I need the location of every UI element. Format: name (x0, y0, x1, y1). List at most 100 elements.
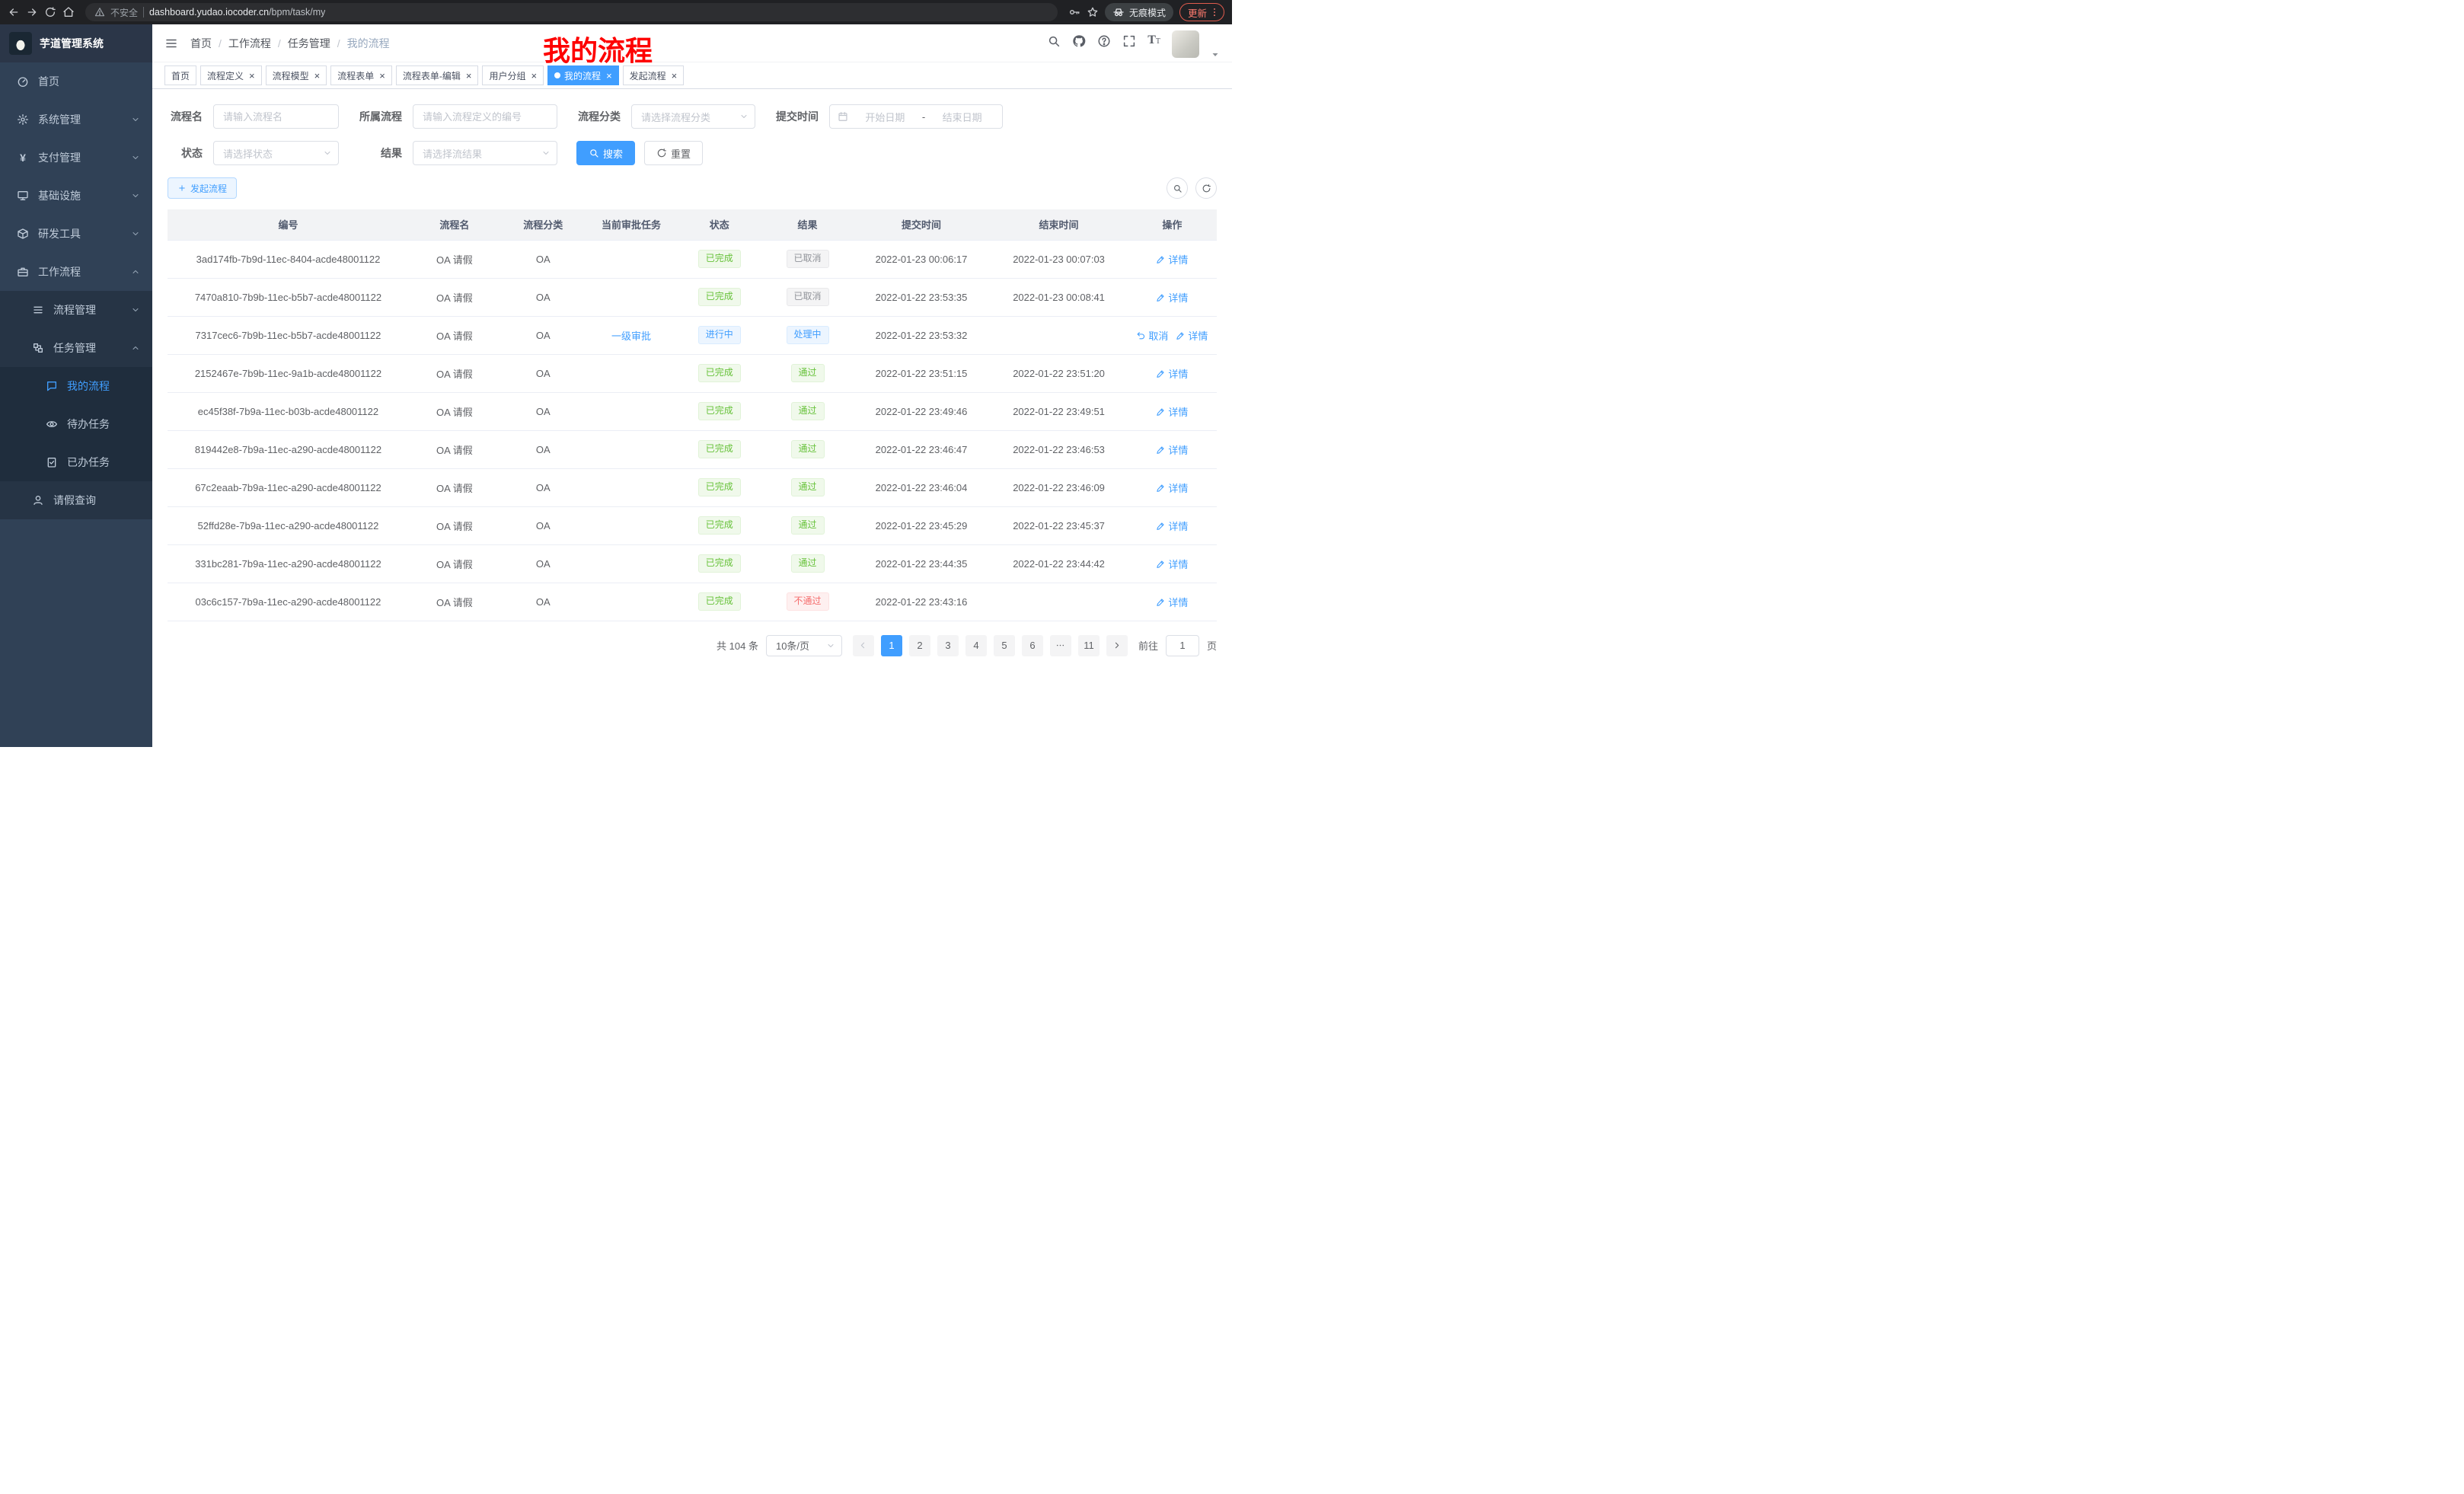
font-size-icon[interactable]: TT (1147, 34, 1160, 46)
refresh-table-button[interactable] (1195, 177, 1217, 199)
detail-link[interactable]: 详情 (1156, 404, 1188, 419)
update-label: 更新 (1188, 5, 1207, 20)
sidebar-item[interactable]: 已办任务 (0, 443, 152, 481)
browser-back-icon[interactable] (8, 6, 20, 18)
total-count: 共 104 条 (717, 638, 758, 653)
avatar[interactable] (1172, 30, 1199, 58)
more-pages-button[interactable] (1050, 635, 1071, 656)
close-icon[interactable]: × (314, 71, 321, 81)
tab[interactable]: 流程定义 × (200, 65, 262, 85)
sidebar-item[interactable]: 首页 (0, 62, 152, 101)
result-select[interactable]: 请选择流结果 (413, 141, 557, 165)
sidebar-item[interactable]: 工作流程 (0, 253, 152, 291)
sidebar-item[interactable]: 基础设施 (0, 177, 152, 215)
cell-actions: 详情 (1128, 354, 1217, 392)
sidebar-item[interactable]: ¥支付管理 (0, 139, 152, 177)
status-badge: 已完成 (698, 554, 741, 573)
page-button[interactable]: 1 (881, 635, 902, 656)
help-icon[interactable] (1097, 34, 1111, 48)
cancel-link[interactable]: 取消 (1136, 328, 1168, 343)
sidebar-item[interactable]: 请假查询 (0, 481, 152, 519)
sidebar-item[interactable]: 待办任务 (0, 405, 152, 443)
close-icon[interactable]: × (249, 71, 255, 81)
next-page-button[interactable] (1106, 635, 1128, 656)
browser-menu-icon[interactable] (1209, 7, 1220, 18)
sidebar-item[interactable]: 我的流程 (0, 367, 152, 405)
detail-link[interactable]: 详情 (1156, 442, 1188, 457)
tab-label: 流程定义 (207, 69, 244, 82)
tab[interactable]: 流程表单× (330, 65, 392, 85)
close-icon[interactable]: × (379, 71, 385, 81)
browser-home-icon[interactable] (62, 6, 75, 18)
tab[interactable]: 用户分组× (482, 65, 544, 85)
close-icon[interactable]: × (672, 71, 678, 81)
status-select[interactable]: 请选择状态 (213, 141, 339, 165)
sidebar-item[interactable]: 研发工具 (0, 215, 152, 253)
page-button[interactable]: 4 (965, 635, 987, 656)
detail-link[interactable]: 详情 (1156, 595, 1188, 609)
toggle-search-button[interactable] (1167, 177, 1188, 199)
column-header: 提交时间 (853, 209, 991, 240)
page-button[interactable]: 6 (1022, 635, 1043, 656)
password-key-icon[interactable] (1068, 6, 1080, 18)
page-button[interactable]: 5 (994, 635, 1015, 656)
detail-link[interactable]: 详情 (1156, 480, 1188, 495)
sidebar-item-label: 基础设施 (38, 188, 81, 203)
tab[interactable]: 我的流程× (547, 65, 619, 85)
detail-link[interactable]: 详情 (1156, 519, 1188, 533)
close-icon[interactable]: × (606, 71, 612, 81)
submit-time-range[interactable]: 开始日期 - 结束日期 (829, 104, 1003, 129)
sidebar-item[interactable]: 系统管理 (0, 101, 152, 139)
tab[interactable]: 发起流程× (623, 65, 685, 85)
prev-page-button[interactable] (853, 635, 874, 656)
breadcrumb-item[interactable]: 工作流程 (228, 36, 271, 51)
reset-button[interactable]: 重置 (644, 141, 703, 165)
tab[interactable]: 流程模型× (266, 65, 327, 85)
cell-result: 通过 (762, 392, 853, 430)
fullscreen-icon[interactable] (1122, 34, 1136, 48)
sidebar-item[interactable]: 任务管理 (0, 329, 152, 367)
sidebar-item-label: 我的流程 (67, 378, 110, 394)
collapse-sidebar-icon[interactable] (164, 37, 178, 50)
browser-forward-icon[interactable] (26, 6, 38, 18)
current-task-link[interactable]: 一级审批 (611, 328, 651, 343)
cell-submit-time: 2022-01-22 23:44:35 (853, 544, 991, 583)
tab[interactable]: 首页 (164, 65, 196, 85)
address-bar[interactable]: 不安全 dashboard.yudao.iocoder.cn/bpm/task/… (85, 3, 1058, 21)
start-process-button[interactable]: 发起流程 (168, 177, 237, 199)
detail-link[interactable]: 详情 (1156, 252, 1188, 267)
process-def-input[interactable] (413, 104, 557, 129)
close-icon[interactable]: × (466, 71, 472, 81)
cell-actions: 详情 (1128, 544, 1217, 583)
search-button[interactable]: 搜索 (576, 141, 635, 165)
chevron-down-icon (131, 229, 140, 238)
bookmark-star-icon[interactable] (1087, 6, 1099, 18)
logo[interactable]: 芋道管理系统 (0, 24, 152, 62)
detail-link[interactable]: 详情 (1156, 366, 1188, 381)
github-icon[interactable] (1072, 34, 1086, 48)
breadcrumb-item[interactable]: 任务管理 (288, 36, 330, 51)
search-icon[interactable] (1047, 34, 1061, 48)
cell-category: OA (500, 468, 586, 506)
update-button[interactable]: 更新 (1179, 3, 1224, 21)
column-header: 流程名 (409, 209, 500, 240)
url-text[interactable]: dashboard.yudao.iocoder.cn/bpm/task/my (149, 7, 325, 18)
page-size-select[interactable]: 10条/页 (766, 635, 842, 656)
category-select[interactable]: 请选择流程分类 (631, 104, 755, 129)
process-name-input[interactable] (213, 104, 339, 129)
browser-reload-icon[interactable] (44, 6, 56, 18)
page-button[interactable]: 3 (937, 635, 959, 656)
detail-link[interactable]: 详情 (1156, 557, 1188, 571)
goto-page-input[interactable] (1166, 635, 1199, 656)
page-button[interactable]: 11 (1078, 635, 1100, 656)
detail-link[interactable]: 详情 (1156, 290, 1188, 305)
tab[interactable]: 流程表单-编辑× (396, 65, 479, 85)
breadcrumb-item[interactable]: 首页 (190, 36, 212, 51)
page-button[interactable]: 2 (909, 635, 930, 656)
security-label[interactable]: 不安全 (110, 6, 138, 19)
avatar-caret-icon[interactable] (1211, 50, 1220, 59)
detail-link[interactable]: 详情 (1176, 328, 1208, 343)
close-icon[interactable]: × (531, 71, 537, 81)
sidebar-item[interactable]: 流程管理 (0, 291, 152, 329)
cell-id: 67c2eaab-7b9a-11ec-a290-acde48001122 (168, 468, 409, 506)
